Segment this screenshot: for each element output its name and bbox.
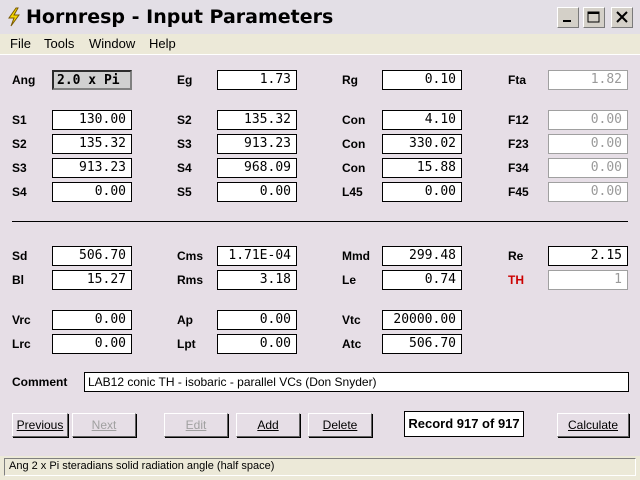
label-rms: Rms	[177, 273, 204, 287]
label-s2b: S2	[177, 113, 192, 127]
status-text: Ang 2 x Pi steradians solid radiation an…	[4, 458, 636, 476]
label-ap: Ap	[177, 313, 193, 327]
menu-window[interactable]: Window	[89, 36, 135, 51]
label-eg: Eg	[177, 73, 193, 87]
label-s1: S1	[12, 113, 27, 127]
field-vtc[interactable]: 20000.00	[382, 310, 462, 330]
field-ap[interactable]: 0.00	[217, 310, 297, 330]
field-s1[interactable]: 130.00	[52, 110, 132, 130]
comment-label: Comment	[12, 375, 68, 389]
field-eg[interactable]: 1.73	[217, 70, 297, 90]
field-sd[interactable]: 506.70	[52, 246, 132, 266]
field-atc[interactable]: 506.70	[382, 334, 462, 354]
record-indicator: Record 917 of 917	[404, 411, 524, 437]
comment-field[interactable]: LAB12 conic TH - isobaric - parallel VCs…	[84, 372, 629, 392]
field-rg[interactable]: 0.10	[382, 70, 462, 90]
menu-help[interactable]: Help	[149, 36, 176, 51]
label-cms: Cms	[177, 249, 204, 263]
label-f23: F23	[508, 137, 529, 151]
section-divider	[12, 221, 628, 222]
maximize-icon	[587, 11, 600, 23]
status-bar: Ang 2 x Pi steradians solid radiation an…	[0, 456, 640, 480]
label-rg: Rg	[342, 73, 358, 87]
app-window: Hornresp - Input Parameters File Tools W…	[0, 0, 640, 480]
window-title: Hornresp - Input Parameters	[26, 6, 334, 28]
title-bar[interactable]: Hornresp - Input Parameters	[0, 0, 640, 34]
app-icon	[8, 7, 20, 27]
edit-button[interactable]: Edit	[164, 413, 228, 437]
field-s2[interactable]: 135.32	[52, 134, 132, 154]
field-rms[interactable]: 3.18	[217, 270, 297, 290]
label-sd: Sd	[12, 249, 28, 263]
field-con2[interactable]: 330.02	[382, 134, 462, 154]
field-bl[interactable]: 15.27	[52, 270, 132, 290]
field-s2b[interactable]: 135.32	[217, 110, 297, 130]
close-icon	[616, 11, 628, 23]
label-con1: Con	[342, 113, 366, 127]
label-atc: Atc	[342, 337, 362, 351]
label-f34: F34	[508, 161, 529, 175]
field-ang[interactable]: 2.0 x Pi	[52, 70, 132, 90]
field-s4[interactable]: 0.00	[52, 182, 132, 202]
field-le[interactable]: 0.74	[382, 270, 462, 290]
label-th: TH	[508, 273, 524, 287]
field-lrc[interactable]: 0.00	[52, 334, 132, 354]
label-con2: Con	[342, 137, 366, 151]
label-vrc: Vrc	[12, 313, 31, 327]
delete-button[interactable]: Delete	[308, 413, 372, 437]
label-vtc: Vtc	[342, 313, 361, 327]
label-s5: S5	[177, 185, 192, 199]
label-s4b: S4	[177, 161, 192, 175]
previous-button[interactable]: Previous	[12, 413, 68, 437]
label-f12: F12	[508, 113, 529, 127]
field-lpt[interactable]: 0.00	[217, 334, 297, 354]
field-f23[interactable]: 0.00	[548, 134, 628, 154]
label-bl: Bl	[12, 273, 24, 287]
field-f12[interactable]: 0.00	[548, 110, 628, 130]
field-re[interactable]: 2.15	[548, 246, 628, 266]
field-cms[interactable]: 1.71E-04	[217, 246, 297, 266]
label-lrc: Lrc	[12, 337, 31, 351]
label-con3: Con	[342, 161, 366, 175]
field-mmd[interactable]: 299.48	[382, 246, 462, 266]
field-th[interactable]: 1	[548, 270, 628, 290]
maximize-button[interactable]	[583, 7, 605, 28]
label-s4: S4	[12, 185, 27, 199]
field-f34[interactable]: 0.00	[548, 158, 628, 178]
menu-bar: File Tools Window Help	[0, 34, 640, 54]
field-con1[interactable]: 4.10	[382, 110, 462, 130]
label-s2: S2	[12, 137, 27, 151]
field-s5[interactable]: 0.00	[217, 182, 297, 202]
label-mmd: Mmd	[342, 249, 370, 263]
field-con3[interactable]: 15.88	[382, 158, 462, 178]
label-lpt: Lpt	[177, 337, 196, 351]
menu-file[interactable]: File	[10, 36, 31, 51]
label-l45: L45	[342, 185, 363, 199]
minimize-icon	[563, 20, 571, 22]
label-re: Re	[508, 249, 524, 263]
label-le: Le	[342, 273, 357, 287]
label-ang: Ang	[12, 73, 36, 87]
field-f45[interactable]: 0.00	[548, 182, 628, 202]
next-button[interactable]: Next	[72, 413, 136, 437]
field-s3[interactable]: 913.23	[52, 158, 132, 178]
field-l45[interactable]: 0.00	[382, 182, 462, 202]
label-fta: Fta	[508, 73, 526, 87]
menu-tools[interactable]: Tools	[44, 36, 74, 51]
minimize-button[interactable]	[557, 7, 579, 28]
close-button[interactable]	[611, 7, 633, 28]
field-vrc[interactable]: 0.00	[52, 310, 132, 330]
field-s4b[interactable]: 968.09	[217, 158, 297, 178]
add-button[interactable]: Add	[236, 413, 300, 437]
field-fta[interactable]: 1.82	[548, 70, 628, 90]
field-s3b[interactable]: 913.23	[217, 134, 297, 154]
label-s3: S3	[12, 161, 27, 175]
label-f45: F45	[508, 185, 529, 199]
calculate-button[interactable]: Calculate	[557, 413, 629, 437]
label-s3b: S3	[177, 137, 192, 151]
